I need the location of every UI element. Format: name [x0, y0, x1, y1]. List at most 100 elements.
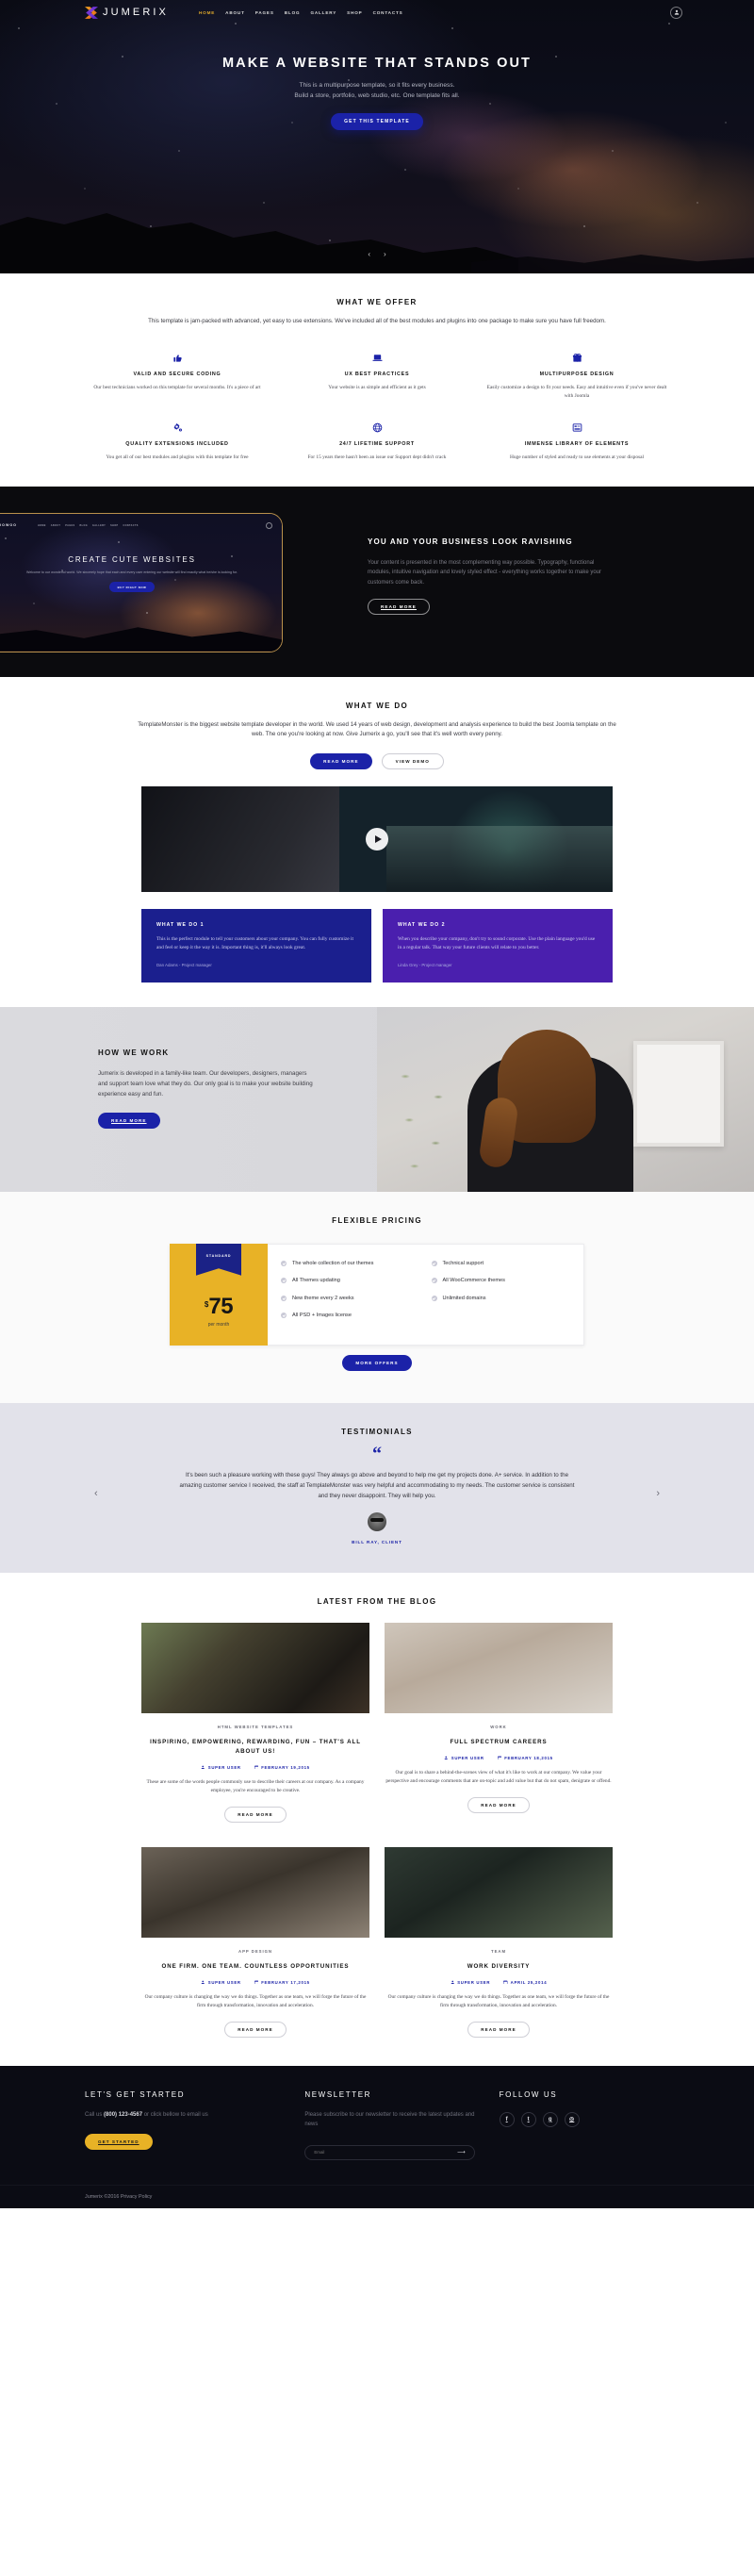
post-author: SUPER USER [201, 1765, 240, 1770]
card-signature: Dan Adams - Project manager [156, 962, 212, 967]
preview-menu-item: GALLERY [91, 523, 107, 527]
instagram-icon[interactable]: ◎ [564, 2111, 580, 2127]
post-title[interactable]: ONE FIRM. ONE TEAM. COUNTLESS OPPORTUNIT… [141, 1962, 369, 1972]
post-category[interactable]: HTML WEBSITE TEMPLATES [141, 1725, 369, 1729]
preview-menu-item: BLOG [79, 523, 88, 527]
check-circle-icon [431, 1260, 437, 1266]
what-we-offer-section: WHAT WE OFFER This template is jam-packe… [0, 273, 754, 487]
post-thumbnail[interactable] [141, 1846, 369, 1938]
pricing-card: STANDARD $ 75 per month The whole collec… [170, 1243, 584, 1346]
plan-badge-ribbon: STANDARD [196, 1243, 241, 1276]
feature-card: 24/7 LIFETIME SUPPORT For 15 years there… [285, 421, 469, 462]
get-this-template-button[interactable]: GET THIS TEMPLATE [331, 113, 423, 130]
plant-decoration [392, 1063, 458, 1192]
post-read-more-button[interactable]: READ MORE [224, 2021, 287, 2038]
testimonial-author: BILL RAY, CLIENT [352, 1539, 402, 1544]
pricing-feature: Technical support [431, 1260, 571, 1268]
whatwedo-card-2: WHAT WE DO 2 When you describe your comp… [383, 908, 613, 983]
post-title[interactable]: FULL SPECTRUM CAREERS [385, 1738, 613, 1747]
pricing-feature: All PSD + Images license [281, 1312, 420, 1320]
nav-item-gallery[interactable]: GALLERY [310, 10, 336, 15]
post-read-more-button[interactable]: READ MORE [224, 1806, 287, 1823]
nav-item-pages[interactable]: PAGES [255, 10, 274, 15]
chevron-right-icon[interactable]: › [656, 1488, 660, 1499]
post-read-more-button[interactable]: READ MORE [467, 2021, 530, 2038]
whatwedo-card-1: WHAT WE DO 1 This is the perfect module … [141, 908, 371, 983]
contact-phone[interactable]: (800) 123-4567 [104, 2112, 142, 2118]
post-read-more-button[interactable]: READ MORE [467, 1796, 530, 1813]
whatwedo-read-more-button[interactable]: READ MORE [310, 752, 372, 769]
feature-text: Our best technicians worked on this temp… [93, 384, 261, 390]
brand-logo[interactable]: JUMERIX [85, 6, 169, 19]
offer-lead: This template is jam-packed with advance… [148, 318, 606, 324]
copyright-text: Jumerix ©2016 Privacy Policy [85, 2193, 153, 2200]
post-thumbnail[interactable] [385, 1846, 613, 1938]
jumerix-x-logo-icon [85, 6, 98, 19]
whatwedo-lead: TemplateMonster is the biggest website t… [138, 720, 616, 738]
play-button-icon[interactable] [366, 827, 388, 850]
footer-newsletter-title: NEWSLETTER [304, 2089, 372, 2099]
newsletter-email-input[interactable] [314, 2150, 458, 2155]
feature-name: 24/7 LIFETIME SUPPORT [339, 440, 415, 447]
how-we-work-read-more-button[interactable]: READ MORE [98, 1112, 160, 1129]
post-thumbnail[interactable] [141, 1622, 369, 1713]
feature-text: Huge number of styled and ready to use e… [509, 454, 645, 460]
promo-video[interactable] [141, 785, 613, 892]
brand-name: JUMERIX [103, 7, 169, 18]
feature-text: You get all of our best modules and plug… [106, 454, 249, 460]
facebook-icon[interactable]: f [499, 2111, 515, 2127]
how-we-work-section: HOW WE WORK Jumerix is developed in a fa… [0, 1006, 754, 1192]
preview-menu-item: PAGES [65, 523, 75, 527]
footer-follow-column: FOLLOW US f t g ◎ [499, 2090, 669, 2160]
pricing-feature-label: The whole collection of our themes [292, 1260, 374, 1266]
showcase-read-more-button[interactable]: READ MORE [368, 599, 430, 615]
calendar-icon [254, 1980, 259, 1985]
footer-contact-text: Call us (800) 123-4567 or click bellow t… [85, 2110, 280, 2121]
twitter-icon[interactable]: t [520, 2111, 536, 2127]
feature-name: MULTIPURPOSE DESIGN [539, 371, 615, 377]
feature-name: IMMENSE LIBRARY OF ELEMENTS [524, 440, 630, 447]
nav-item-contacts[interactable]: CONTACTS [373, 10, 403, 15]
chevron-left-icon[interactable]: ‹ [94, 1488, 98, 1499]
user-account-icon[interactable] [670, 6, 682, 19]
get-started-button[interactable]: GET STARTED [85, 2134, 153, 2151]
card-title: WHAT WE DO 2 [398, 921, 446, 928]
nav-item-shop[interactable]: SHOP [347, 10, 362, 15]
blog-post-card: WORK FULL SPECTRUM CAREERS SUPER USER FE… [385, 1622, 613, 1823]
preview-menu-item: ABOUT [50, 523, 61, 527]
chevron-left-icon[interactable]: ‹ [368, 250, 370, 258]
user-icon [201, 1980, 205, 1985]
chevron-right-icon[interactable]: › [384, 250, 386, 258]
nav-item-blog[interactable]: BLOG [285, 10, 301, 15]
feature-text: Easily customize a design to fit your ne… [486, 384, 667, 399]
whatwedo-view-demo-button[interactable]: VIEW DEMO [381, 752, 444, 769]
feature-card: IMMENSE LIBRARY OF ELEMENTS Huge number … [484, 421, 669, 462]
nav-item-about[interactable]: ABOUT [225, 10, 245, 15]
testimonial-avatar [368, 1511, 386, 1531]
post-thumbnail[interactable] [385, 1622, 613, 1713]
check-circle-icon [431, 1278, 437, 1284]
thumbs-up-icon [85, 352, 270, 365]
feature-card: UX BEST PRACTICES Your website is as sim… [285, 352, 469, 401]
post-category[interactable]: APP DESIGN [141, 1949, 369, 1954]
post-title[interactable]: WORK DIVERSITY [385, 1962, 613, 1972]
post-category[interactable]: WORK [385, 1725, 613, 1729]
user-icon [451, 1980, 454, 1985]
post-category[interactable]: TEAM [385, 1949, 613, 1954]
card-title: WHAT WE DO 1 [156, 921, 205, 928]
post-excerpt: Our company culture is changing the way … [387, 1993, 610, 2008]
more-offers-button[interactable]: MORE OFFERS [342, 1354, 412, 1371]
nav-item-home[interactable]: HOME [199, 10, 215, 15]
user-icon [444, 1756, 449, 1760]
footer-newsletter-column: NEWSLETTER Please subscribe to our newsl… [304, 2089, 475, 2160]
pricing-feature-label: All WooCommerce themes [442, 1278, 505, 1284]
pricing-feature: Unlimited domains [431, 1295, 571, 1303]
feature-card: MULTIPURPOSE DESIGN Easily customize a d… [484, 352, 669, 401]
send-arrow-icon[interactable]: ⟶ [457, 2149, 466, 2155]
whatwedo-title: WHAT WE DO [345, 701, 409, 710]
post-title[interactable]: INSPIRING, EMPOWERING, REWARDING, FUN – … [141, 1738, 369, 1757]
newsletter-form[interactable]: ⟶ [304, 2144, 475, 2160]
blog-title: LATEST FROM THE BLOG [317, 1596, 437, 1606]
google-plus-icon[interactable]: g [542, 2111, 558, 2127]
pricing-section: FLEXIBLE PRICING STANDARD $ 75 per month… [0, 1191, 754, 1403]
